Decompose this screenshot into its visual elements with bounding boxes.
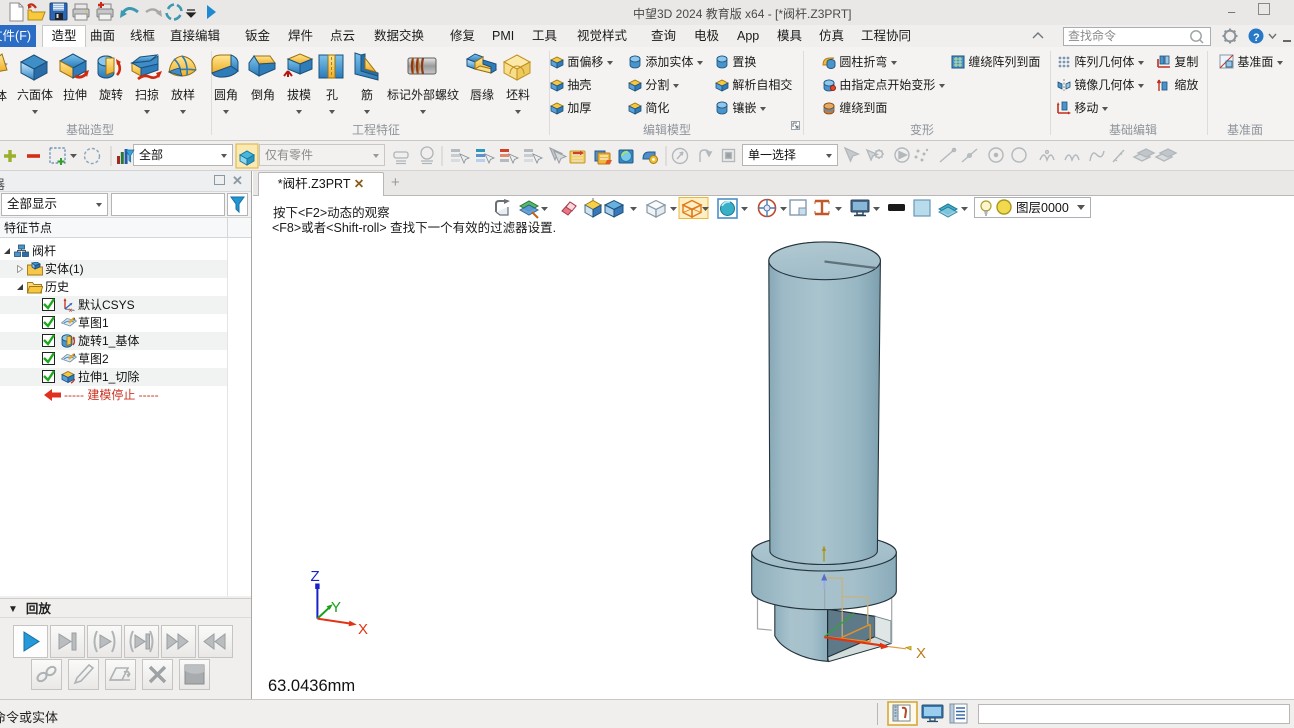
svg-text:x: x — [69, 308, 72, 313]
